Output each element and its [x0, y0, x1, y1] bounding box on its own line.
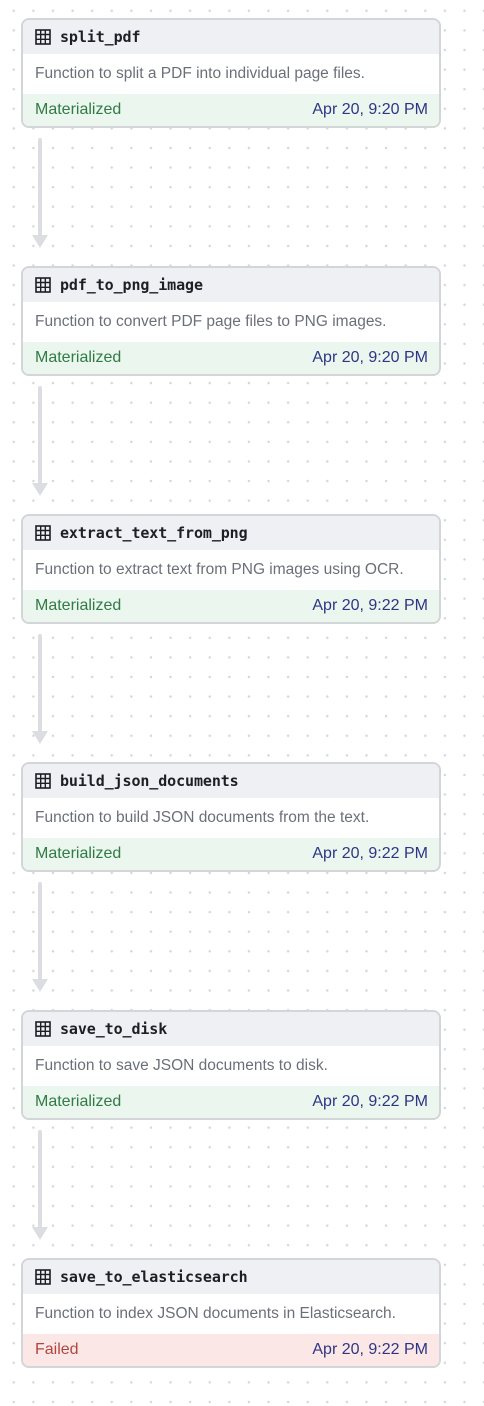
- table-icon: [35, 773, 51, 789]
- asset-node-header: build_json_documents: [23, 764, 439, 798]
- status-label: Materialized: [35, 349, 122, 366]
- asset-description: Function to build JSON documents from th…: [23, 798, 439, 838]
- edge-arrow: [32, 1130, 48, 1240]
- table-icon: [35, 277, 51, 293]
- asset-node-header: save_to_elasticsearch: [23, 1260, 439, 1294]
- asset-description: Function to extract text from PNG images…: [23, 550, 439, 590]
- asset-name: build_json_documents: [60, 772, 239, 790]
- materialization-timestamp-link[interactable]: Apr 20, 9:22 PM: [312, 597, 428, 615]
- status-label: Materialized: [35, 101, 122, 118]
- materialization-status-bar: Materialized Apr 20, 9:22 PM: [23, 1086, 439, 1118]
- edge-arrow: [32, 634, 48, 744]
- materialization-timestamp-link[interactable]: Apr 20, 9:22 PM: [312, 845, 428, 863]
- asset-name: save_to_elasticsearch: [60, 1268, 248, 1286]
- asset-node-split-pdf[interactable]: split_pdf Function to split a PDF into i…: [21, 18, 441, 128]
- asset-node-save-to-elasticsearch[interactable]: save_to_elasticsearch Function to index …: [21, 1258, 441, 1368]
- materialization-status-bar: Materialized Apr 20, 9:20 PM: [23, 94, 439, 126]
- materialization-status-bar: Failed Apr 20, 9:22 PM: [23, 1334, 439, 1366]
- asset-name: extract_text_from_png: [60, 524, 248, 542]
- asset-node-extract-text-from-png[interactable]: extract_text_from_png Function to extrac…: [21, 514, 441, 624]
- materialization-status-bar: Materialized Apr 20, 9:22 PM: [23, 590, 439, 622]
- materialization-timestamp-link[interactable]: Apr 20, 9:20 PM: [312, 101, 428, 119]
- table-icon: [35, 525, 51, 541]
- asset-name: pdf_to_png_image: [60, 276, 203, 294]
- asset-node-pdf-to-png-image[interactable]: pdf_to_png_image Function to convert PDF…: [21, 266, 441, 376]
- materialization-timestamp-link[interactable]: Apr 20, 9:20 PM: [312, 349, 428, 367]
- status-label: Materialized: [35, 845, 122, 862]
- asset-description: Function to split a PDF into individual …: [23, 54, 439, 94]
- asset-node-build-json-documents[interactable]: build_json_documents Function to build J…: [21, 762, 441, 872]
- status-label: Materialized: [35, 1093, 122, 1110]
- asset-node-header: pdf_to_png_image: [23, 268, 439, 302]
- asset-node-header: extract_text_from_png: [23, 516, 439, 550]
- asset-description: Function to convert PDF page files to PN…: [23, 302, 439, 342]
- asset-name: split_pdf: [60, 28, 141, 46]
- asset-node-save-to-disk[interactable]: save_to_disk Function to save JSON docum…: [21, 1010, 441, 1120]
- materialization-status-bar: Materialized Apr 20, 9:22 PM: [23, 838, 439, 870]
- status-label: Materialized: [35, 597, 122, 614]
- edge-arrow: [32, 138, 48, 248]
- status-label: Failed: [35, 1341, 79, 1358]
- materialization-timestamp-link[interactable]: Apr 20, 9:22 PM: [312, 1093, 428, 1111]
- asset-node-header: split_pdf: [23, 20, 439, 54]
- table-icon: [35, 1021, 51, 1037]
- materialization-timestamp-link[interactable]: Apr 20, 9:22 PM: [312, 1341, 428, 1359]
- asset-description: Function to save JSON documents to disk.: [23, 1046, 439, 1086]
- table-icon: [35, 1269, 51, 1285]
- asset-node-header: save_to_disk: [23, 1012, 439, 1046]
- edge-arrow: [32, 882, 48, 992]
- table-icon: [35, 29, 51, 45]
- asset-description: Function to index JSON documents in Elas…: [23, 1294, 439, 1334]
- asset-name: save_to_disk: [60, 1020, 168, 1038]
- edge-arrow: [32, 386, 48, 496]
- asset-lineage-graph: split_pdf Function to split a PDF into i…: [0, 0, 484, 1406]
- materialization-status-bar: Materialized Apr 20, 9:20 PM: [23, 342, 439, 374]
